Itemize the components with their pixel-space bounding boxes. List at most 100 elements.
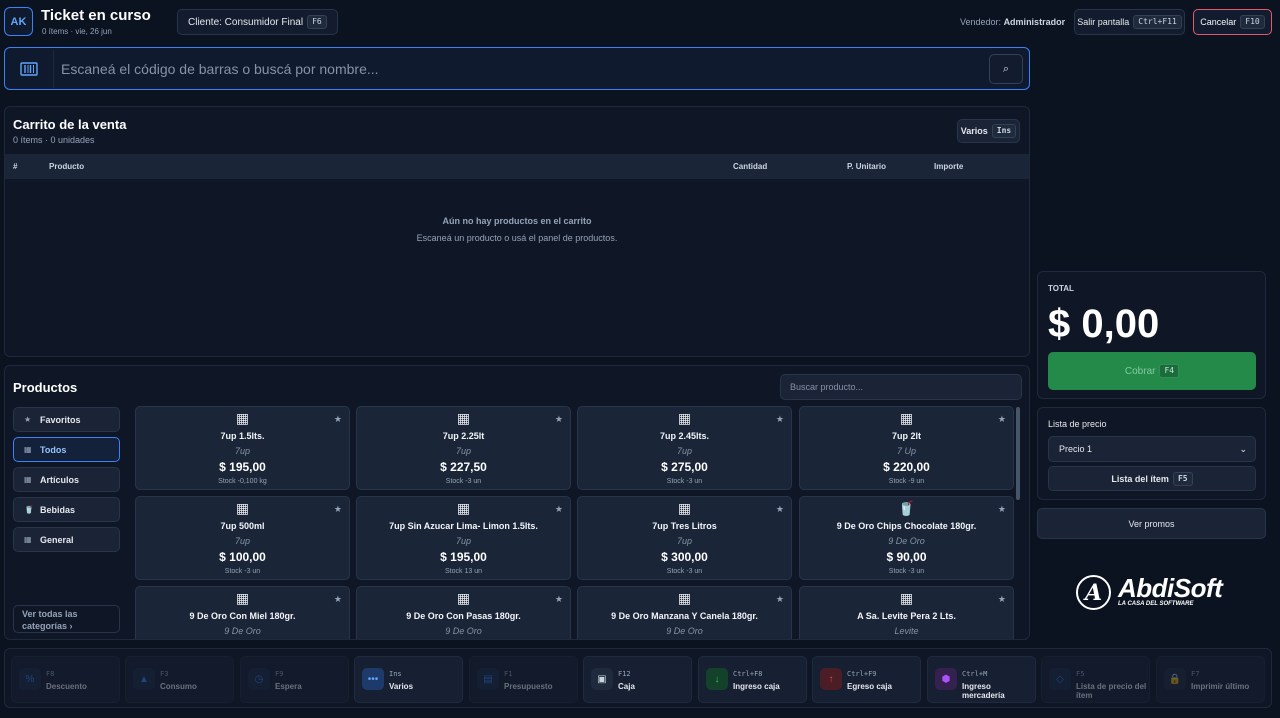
product-card[interactable]: 🥤 ★ 9 De Oro Chips Chocolate 180gr. 9 De… — [799, 496, 1014, 580]
favorite-star-icon[interactable]: ★ — [555, 594, 563, 605]
goods-receipt-button[interactable]: ⬢ Ctrl+M Ingreso mercadería — [927, 656, 1036, 703]
product-image-icon: ▦ — [899, 410, 914, 426]
cart-table-header: # Producto Cantidad P. Unitario Importe — [5, 154, 1029, 179]
category-todos[interactable]: ▦ Todos — [13, 437, 120, 462]
consumption-shortcut: F3 — [160, 670, 169, 678]
product-card[interactable]: ▦ ★ A Sa. Levite Pera 2 Lts. Levite — [799, 586, 1014, 639]
product-brand: 7up — [234, 446, 251, 456]
client-shortcut: F6 — [307, 15, 327, 29]
cart-empty-subtitle: Escaneá un producto o usá el panel de pr… — [416, 233, 618, 243]
product-brand: 7up — [455, 536, 472, 546]
product-card[interactable]: ▦ ★ 9 De Oro Con Miel 180gr. 9 De Oro — [135, 586, 350, 639]
product-card[interactable]: ▦ ★ 7up 500ml 7up $ 100,00 Stock -3 un — [135, 496, 350, 580]
client-button[interactable]: Cliente: Consumidor Final F6 — [177, 9, 338, 35]
cancel-button[interactable]: Cancelar F10 — [1193, 9, 1272, 35]
top-bar: AK Ticket en curso 0 ítems · vie, 26 jun… — [0, 0, 1280, 44]
product-card[interactable]: ▦ ★ 7up 2.45lts. 7up $ 275,00 Stock -3 u… — [577, 406, 792, 490]
ticket-subtitle: 0 ítems · vie, 26 jun — [42, 27, 112, 36]
cash-in-label: Ingreso caja — [733, 682, 780, 691]
chevron-down-icon: ⌄ — [1239, 444, 1247, 454]
discount-button[interactable]: % F8 Descuento — [11, 656, 120, 703]
varios-function-shortcut: Ins — [389, 670, 402, 678]
cash-out-button[interactable]: ↑ Ctrl+F9 Egreso caja — [812, 656, 921, 703]
function-bar: % F8 Descuento ▲ F3 Consumo ◷ F9 Espera … — [4, 648, 1272, 708]
category-general[interactable]: ▦ General — [13, 527, 120, 552]
category-label: Favoritos — [40, 414, 81, 425]
product-card[interactable]: ▦ ★ 7up Sin Azucar Lima- Limon 1.5lts. 7… — [356, 496, 571, 580]
category-articulos[interactable]: ▦ Artículos — [13, 467, 120, 492]
cash-in-button[interactable]: ↓ Ctrl+F8 Ingreso caja — [698, 656, 807, 703]
cart-meta: 0 ítems · 0 unidades — [13, 135, 95, 145]
document-icon: ▤ — [477, 668, 499, 690]
favorite-star-icon[interactable]: ★ — [555, 504, 563, 515]
hold-shortcut: F9 — [275, 670, 284, 678]
category-favoritos[interactable]: ★ Favoritos — [13, 407, 120, 432]
item-price-list-button[interactable]: Lista del ítem F5 — [1048, 466, 1256, 491]
product-brand: Levite — [894, 626, 919, 636]
product-name: 9 De Oro Manzana Y Canela 180gr. — [611, 611, 758, 621]
exit-fullscreen-button[interactable]: Salir pantalla Ctrl+F11 — [1074, 9, 1185, 35]
grid-icon: ▦ — [24, 535, 32, 544]
category-bebidas[interactable]: 🥤 Bebidas — [13, 497, 120, 522]
price-list-panel: Lista de precio Precio 1 ⌄ Lista del íte… — [1037, 407, 1266, 500]
favorite-star-icon[interactable]: ★ — [776, 504, 784, 515]
search-input[interactable] — [61, 56, 981, 82]
product-name: 7up 2.45lts. — [659, 431, 710, 441]
product-card[interactable]: ▦ ★ 7up 2lt 7 Up $ 220,00 Stock -9 un — [799, 406, 1014, 490]
triangle-icon: ▲ — [133, 668, 155, 690]
consumption-label: Consumo — [160, 682, 197, 691]
varios-function-button[interactable]: ••• Ins Varios — [354, 656, 463, 703]
cash-register-button[interactable]: ▣ F12 Caja — [583, 656, 692, 703]
favorite-star-icon[interactable]: ★ — [998, 504, 1006, 515]
price-list-select[interactable]: Precio 1 ⌄ — [1048, 436, 1256, 462]
favorite-star-icon[interactable]: ★ — [776, 414, 784, 425]
product-name: 9 De Oro Chips Chocolate 180gr. — [836, 521, 977, 531]
charge-button[interactable]: Cobrar F4 — [1048, 352, 1256, 390]
consumption-button[interactable]: ▲ F3 Consumo — [125, 656, 234, 703]
logo-wordmark: AbdiSoft — [1118, 573, 1223, 603]
varios-button[interactable]: Varios Ins — [957, 119, 1020, 143]
hold-label: Espera — [275, 682, 302, 691]
favorite-star-icon[interactable]: ★ — [334, 414, 342, 425]
product-brand: 7up — [455, 446, 472, 456]
product-brand: 7up — [234, 536, 251, 546]
item-price-list-function-button[interactable]: ◇ F5 Lista de precio del ítem — [1041, 656, 1150, 703]
col-index: # — [13, 162, 18, 171]
product-card[interactable]: ▦ ★ 7up 1.5lts. 7up $ 195,00 Stock -0,10… — [135, 406, 350, 490]
hold-button[interactable]: ◷ F9 Espera — [240, 656, 349, 703]
product-image-icon: ▦ — [677, 500, 692, 516]
product-grid-scrollbar[interactable] — [1016, 407, 1020, 500]
product-brand: 9 De Oro — [888, 536, 925, 546]
view-all-categories-link[interactable]: Ver todas las categorías › — [13, 605, 120, 633]
product-stock: Stock -3 un — [224, 568, 261, 575]
avatar[interactable]: AK — [4, 7, 33, 36]
product-name: A Sa. Levite Pera 2 Lts. — [857, 611, 956, 621]
cancel-label: Cancelar — [1200, 17, 1237, 27]
category-label: Todos — [40, 444, 67, 455]
favorite-star-icon[interactable]: ★ — [998, 414, 1006, 425]
search-button[interactable]: ⌕ — [989, 54, 1023, 84]
favorite-star-icon[interactable]: ★ — [555, 414, 563, 425]
favorite-star-icon[interactable]: ★ — [334, 504, 342, 515]
view-promos-button[interactable]: Ver promos — [1037, 508, 1266, 539]
product-price: $ 275,00 — [661, 460, 708, 474]
product-card[interactable]: ▦ ★ 9 De Oro Manzana Y Canela 180gr. 9 D… — [577, 586, 792, 639]
quote-shortcut: F1 — [504, 670, 513, 678]
varios-function-label: Varios — [389, 682, 414, 691]
favorite-star-icon[interactable]: ★ — [776, 594, 784, 605]
product-card[interactable]: ▦ ★ 7up 2.25lt 7up $ 227,50 Stock -3 un — [356, 406, 571, 490]
product-search-input[interactable] — [780, 374, 1022, 400]
product-name: 7up 2.25lt — [442, 431, 485, 441]
product-card[interactable]: ▦ ★ 9 De Oro Con Pasas 180gr. 9 De Oro — [356, 586, 571, 639]
item-price-list-label: Lista del ítem — [1111, 473, 1169, 484]
quote-button[interactable]: ▤ F1 Presupuesto — [469, 656, 578, 703]
item-price-list-function-label: Lista de precio del ítem — [1076, 682, 1147, 700]
favorite-star-icon[interactable]: ★ — [334, 594, 342, 605]
product-name: 7up 500ml — [220, 521, 265, 531]
barcode-icon[interactable] — [19, 59, 39, 79]
product-card[interactable]: ▦ ★ 7up Tres Litros 7up $ 300,00 Stock -… — [577, 496, 792, 580]
favorite-star-icon[interactable]: ★ — [998, 594, 1006, 605]
print-last-button[interactable]: 🔒 F7 Imprimir último — [1156, 656, 1265, 703]
product-image-icon: ▦ — [456, 590, 471, 606]
product-brand: 9 De Oro — [666, 626, 703, 636]
